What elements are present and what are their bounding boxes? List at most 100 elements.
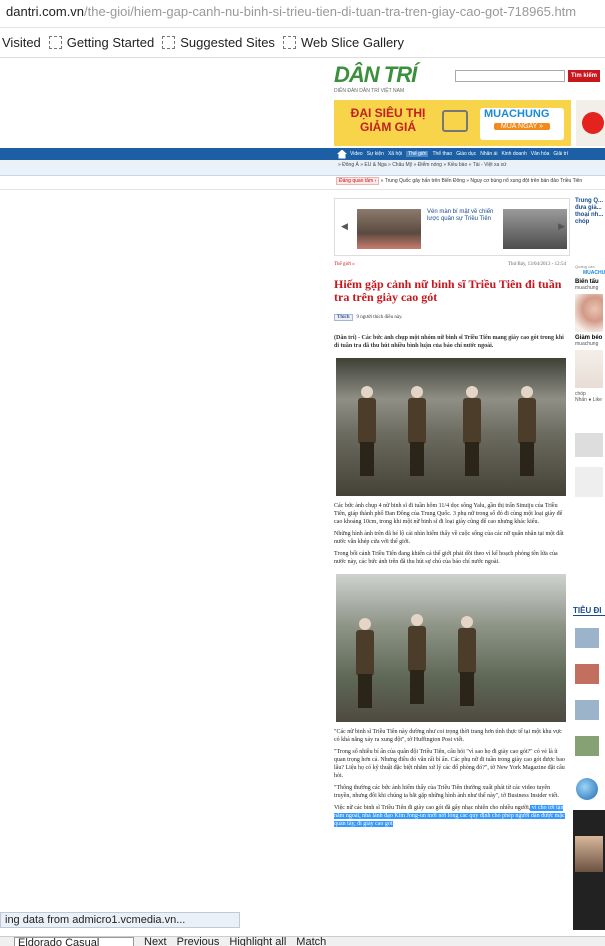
find-previous-button[interactable]: Previous: [177, 937, 220, 946]
bookmark-icon: [48, 36, 62, 49]
soldier-figure: [456, 616, 478, 708]
find-highlight-all[interactable]: Highlight all: [229, 937, 286, 946]
list-item[interactable]: [573, 696, 605, 730]
news-heading: TIÊU ĐI: [573, 606, 605, 616]
logo-text: DÂN TRÍ: [334, 62, 417, 87]
next-arrow-icon[interactable]: ▶: [558, 221, 565, 232]
article-body-2: "Các nữ binh sĩ Triều Tiên này dường như…: [334, 728, 568, 828]
page-viewport: DÂN TRÍ DIỄN ĐÀN DÂN TRÍ VIỆT NAM Tìm ki…: [0, 58, 605, 936]
nav-item[interactable]: Giáo dục: [456, 151, 476, 157]
news-thumbnail: [575, 664, 599, 684]
sidebar-video[interactable]: [573, 810, 605, 930]
related-thumbnail[interactable]: [357, 209, 421, 249]
bookmark-icon: [282, 36, 296, 49]
main-nav: Video Sự kiện Xã hội Thế giới Thể thao G…: [334, 148, 605, 160]
ads-label: Quảng cáo: [575, 264, 595, 269]
paragraph: Những hình ảnh trên đã hé lộ cái nhìn hi…: [334, 531, 564, 545]
banner-headline: ĐẠI SIÊU THỊ GIẢM GIÁ: [350, 106, 426, 134]
url-path: /the-gioi/hiem-gap-canh-nu-binh-si-trieu…: [84, 4, 577, 19]
hot-tag: Đáng quan tâm ›: [336, 177, 380, 185]
ad-banner[interactable]: ĐẠI SIÊU THỊ GIẢM GIÁ MUACHUNG MUA NGAY …: [334, 100, 571, 146]
bookmark-web-slice-gallery[interactable]: Web Slice Gallery: [282, 35, 405, 50]
nav-item[interactable]: Video: [350, 151, 363, 157]
bookmark-visited[interactable]: Visited: [2, 35, 41, 50]
like-count: 9 người thích điều này.: [356, 314, 403, 320]
find-bar: Eldorado Casual Next Previous Highlight …: [0, 936, 605, 946]
find-next-button[interactable]: Next: [144, 937, 167, 946]
home-icon[interactable]: [337, 149, 347, 159]
ad-image[interactable]: [575, 294, 603, 332]
list-item[interactable]: [573, 732, 605, 766]
nav-item[interactable]: Sự kiện: [367, 151, 384, 157]
banner-cta[interactable]: MUA NGAY »: [494, 123, 550, 130]
bookmark-web-slice-gallery-label: Web Slice Gallery: [300, 35, 405, 50]
globe-icon[interactable]: [576, 778, 598, 800]
nav-item[interactable]: Kinh doanh: [501, 151, 526, 157]
paragraph-start: Việc nữ các binh sĩ Triều Tiên đi giày c…: [334, 805, 531, 811]
news-thumbnail: [575, 736, 599, 756]
like-button[interactable]: Thích: [334, 313, 353, 321]
bookmark-getting-started[interactable]: Getting Started: [48, 35, 155, 50]
list-item[interactable]: [573, 660, 605, 694]
sub-nav[interactable]: » Đông Á » EU & Nga » Châu Mỹ » Điểm nón…: [338, 162, 507, 168]
bookmark-suggested-sites[interactable]: Suggested Sites: [162, 35, 275, 50]
ad-placeholder: [575, 467, 603, 497]
hot-link[interactable]: » Trung Quốc gây hấn trên Biển Đông: [381, 178, 465, 184]
nav-item[interactable]: Thể thao: [432, 151, 452, 157]
nav-item-active[interactable]: Thế giới: [406, 151, 429, 157]
banner-brand-box: MUACHUNG MUA NGAY »: [480, 108, 564, 140]
prev-arrow-icon[interactable]: ◀: [341, 221, 348, 232]
article-category[interactable]: Thế giới »: [334, 262, 355, 267]
nav-item[interactable]: Giải trí: [553, 151, 568, 157]
news-thumbnail: [575, 628, 599, 648]
news-thumbnail: [575, 700, 599, 720]
related-carousel: ◀ Vén màn bí mật về chiến lược quân sự T…: [334, 198, 570, 256]
article-body: Các bức ảnh chụp 4 nữ binh sĩ đi tuần hô…: [334, 502, 568, 566]
paragraph: Các bức ảnh chụp 4 nữ binh sĩ đi tuần hô…: [334, 503, 563, 525]
ad-sub: muachung: [575, 341, 599, 347]
bookmark-visited-label: Visited: [2, 35, 41, 50]
find-match-case[interactable]: Match: [296, 937, 326, 946]
find-input[interactable]: Eldorado Casual: [14, 937, 134, 946]
article-meta: Thế giới » Thứ Bảy, 13/04/2013 - 12:54: [334, 260, 568, 270]
ad-banner-right[interactable]: [576, 100, 605, 146]
site-search-button[interactable]: Tìm kiếm: [568, 70, 600, 82]
nav-item[interactable]: Văn hóa: [531, 151, 550, 157]
sidebar-news-list: [573, 624, 605, 768]
list-item[interactable]: [573, 624, 605, 658]
url-host: dantri.com.vn: [6, 4, 85, 19]
related-caption[interactable]: Vén màn bí mật về chiến lược quân sự Tri…: [427, 209, 495, 223]
site-search-input[interactable]: [455, 70, 565, 82]
soldier-figure: [516, 386, 538, 478]
site-logo[interactable]: DÂN TRÍ DIỄN ĐÀN DÂN TRÍ VIỆT NAM: [334, 62, 444, 94]
article: Thế giới » Thứ Bảy, 13/04/2013 - 12:54 H…: [334, 260, 568, 832]
bookmark-suggested-sites-label: Suggested Sites: [180, 35, 275, 50]
soldier-figure: [461, 386, 483, 478]
nav-item[interactable]: Nhân ái: [480, 151, 497, 157]
bookmark-getting-started-label: Getting Started: [66, 35, 155, 50]
article-photo-2: [336, 574, 566, 722]
soldier-figure: [356, 386, 378, 478]
address-bar[interactable]: dantri.com.vn/the-gioi/hiem-gap-canh-nu-…: [0, 0, 605, 28]
paragraph: "Các nữ binh sĩ Triều Tiên này dường như…: [334, 729, 562, 743]
paragraph: "Trong số nhiều bí ẩn của quân đội Triều…: [334, 749, 565, 779]
article-date: Thứ Bảy, 13/04/2013 - 12:54: [507, 262, 566, 267]
paragraph: "Thông thường các bức ảnh hiếm thấy của …: [334, 785, 560, 799]
hot-link[interactable]: » Nguy cơ bùng nổ xung đột trên bán đảo …: [466, 178, 582, 184]
banner-brand: MUACHUNG: [484, 108, 550, 120]
cart-icon: [442, 110, 468, 132]
like-link[interactable]: Nhấn ● Like: [573, 397, 605, 403]
paragraph: Trong bối cảnh Triều Tiên đang khiến cả …: [334, 551, 558, 565]
sidebar-related-caption: Trung Q... đưa giả... thoại nh... chóp: [575, 198, 604, 225]
article-photo-1: [336, 358, 566, 496]
article-lead: (Dân trí) - Các bức ảnh chụp một nhóm nữ…: [334, 335, 564, 349]
ad-placeholder: [575, 433, 603, 457]
bookmark-icon: [162, 36, 176, 49]
ball-icon: [582, 112, 604, 134]
sidebar-related[interactable]: Trung Q... đưa giả... thoại nh... chóp: [573, 198, 605, 256]
paragraph-selected: Việc nữ các binh sĩ Triều Tiên đi giày c…: [334, 804, 568, 828]
nav-item[interactable]: Xã hội: [388, 151, 402, 157]
logo-subtitle: DIỄN ĐÀN DÂN TRÍ VIỆT NAM: [334, 88, 405, 94]
video-thumbnail: [575, 836, 603, 872]
ad-image[interactable]: [575, 350, 603, 388]
